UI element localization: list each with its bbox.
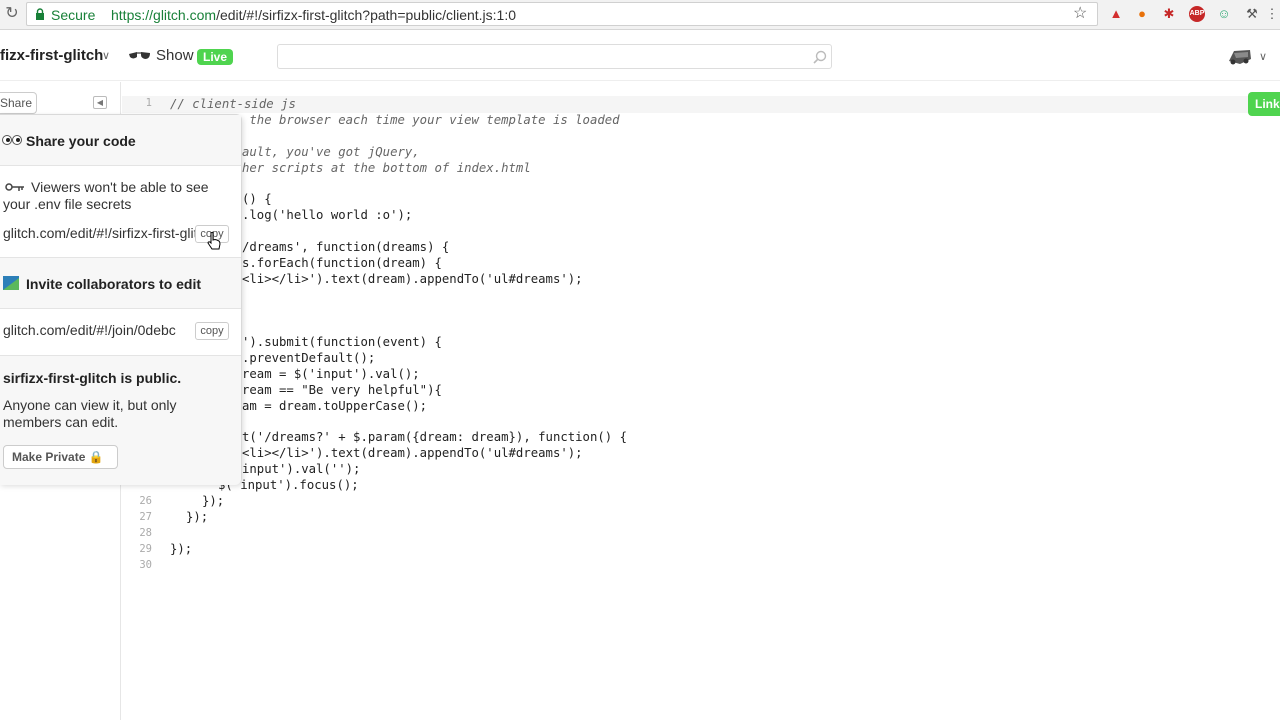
code-line: }); [170, 542, 193, 556]
project-name[interactable]: fizx-first-glitch [0, 47, 103, 64]
public-title: sirfizx-first-glitch is public. [3, 370, 182, 386]
menu-icon[interactable]: ⋮ [1264, 6, 1280, 22]
code-line: /dreams', function(dreams) { [242, 240, 450, 254]
show-button[interactable]: Show [156, 47, 194, 64]
viewers-note: Viewers won't be able to see your .env f… [3, 179, 209, 212]
url-scheme: https:// [111, 7, 154, 23]
share-button[interactable]: Share [0, 92, 37, 114]
line-number: 27 [139, 511, 152, 523]
code-line: () { [242, 192, 272, 206]
extension-gear-icon[interactable]: ✱ [1161, 6, 1177, 22]
code-line: t('/dreams?' + $.param({dream: dream}), … [242, 430, 627, 444]
pointer-cursor-icon [207, 232, 221, 250]
extension-pen-icon[interactable]: ▲ [1108, 6, 1124, 22]
browser-toolbar: ↻ Secure https://glitch.com/edit/#!/sirf… [0, 0, 1280, 30]
user-chevron-down-icon[interactable]: ∨ [1259, 50, 1267, 63]
bookmark-star-icon[interactable]: ☆ [1073, 5, 1087, 23]
code-line: her scripts at the bottom of index.html [242, 161, 531, 175]
extension-face-icon[interactable]: ☺ [1216, 6, 1232, 22]
code-line: <li></li>').text(dream).appendTo('ul#dre… [242, 446, 583, 460]
code-line: ').submit(function(event) { [242, 335, 442, 349]
extension-b-icon[interactable]: ● [1134, 6, 1150, 22]
code-line: }); [202, 494, 225, 508]
url-host: glitch.com [153, 7, 217, 23]
make-private-button[interactable]: Make Private 🔒 [3, 445, 118, 469]
invite-header: Invite collaborators to edit [0, 258, 241, 308]
line-number: 29 [139, 543, 152, 555]
code-line: .log('hello world :o'); [242, 208, 413, 222]
code-line: ream == "Be very helpful"){ [242, 383, 442, 397]
code-line: // client-side js [170, 97, 296, 111]
reload-icon[interactable]: ↻ [4, 6, 20, 22]
code-line: }); [186, 510, 209, 524]
copy-invite-url-button[interactable]: copy [195, 322, 229, 340]
link-badge[interactable]: Link [1248, 92, 1280, 116]
code-line: .preventDefault(); [242, 351, 376, 365]
share-popover: Share your code Viewers won't be able to… [0, 114, 242, 485]
line-number: 28 [139, 527, 152, 539]
avatar[interactable] [1226, 47, 1254, 67]
address-bar[interactable]: Secure https://glitch.com/edit/#!/sirfiz… [26, 2, 1098, 26]
url-path: /edit/#!/sirfizx-first-glitch?path=publi… [216, 7, 517, 23]
code-line: input').val(''); [242, 462, 361, 476]
line-number: 30 [139, 559, 152, 571]
extension-tool-icon[interactable]: ⚒ [1244, 6, 1260, 22]
code-line: the browser each time your view template… [242, 113, 620, 127]
eyes-icon [2, 135, 22, 145]
line-number: 1 [145, 97, 152, 109]
adblock-icon[interactable]: ABP [1189, 6, 1205, 22]
chevron-down-icon[interactable]: ∨ [102, 49, 110, 62]
collaborators-icon [3, 276, 19, 290]
invite-title: Invite collaborators to edit [26, 276, 202, 292]
code-line: ault, you've got jQuery, [242, 145, 420, 159]
invite-url[interactable]: glitch.com/edit/#!/join/0debc [3, 322, 195, 338]
share-title: Share your code [26, 133, 136, 149]
line-number: 26 [139, 495, 152, 507]
search-input[interactable] [277, 44, 832, 69]
sunglasses-icon [129, 52, 150, 59]
code-line: s.forEach(function(dream) { [242, 256, 442, 270]
app-header: fizx-first-glitch ∨ Show Live ∨ [0, 31, 1280, 81]
divider [0, 308, 241, 309]
divider [0, 165, 241, 166]
code-line: am = dream.toUpperCase(); [242, 399, 428, 413]
code-line: <li></li>').text(dream).appendTo('ul#dre… [242, 272, 583, 286]
url-text[interactable]: https://glitch.com/edit/#!/sirfizx-first… [111, 6, 516, 24]
view-url[interactable]: glitch.com/edit/#!/sirfizx-first-glitch [3, 225, 195, 241]
share-header: Share your code [0, 115, 241, 165]
live-badge[interactable]: Live [197, 49, 234, 65]
code-editor[interactable]: 1 // client-side js the browser each tim… [122, 82, 1280, 720]
search-icon [813, 50, 827, 64]
collapse-sidebar-icon[interactable]: ◀ [93, 96, 107, 109]
secure-label: Secure [51, 7, 96, 23]
lock-icon [36, 8, 44, 20]
public-description: Anyone can view it, but only members can… [3, 397, 177, 430]
code-line: ream = $('input').val(); [242, 367, 420, 381]
